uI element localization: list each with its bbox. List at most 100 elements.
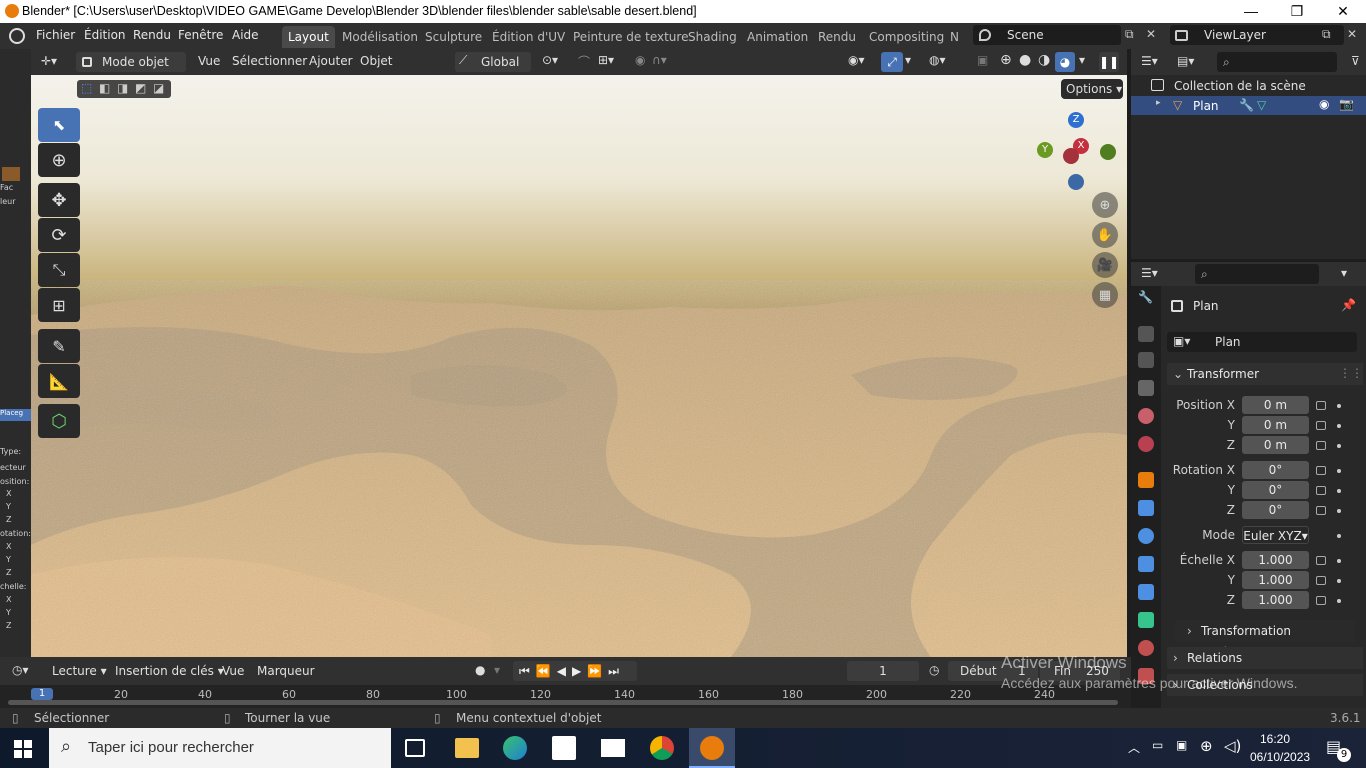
clock-date[interactable]: 06/10/2023 bbox=[1250, 750, 1310, 764]
file-explorer-icon[interactable] bbox=[455, 738, 479, 758]
lock-icon[interactable] bbox=[1316, 466, 1326, 475]
playhead-frame[interactable]: 1 bbox=[31, 688, 53, 700]
blender-menu-icon[interactable] bbox=[9, 28, 25, 44]
world-tab-icon[interactable] bbox=[1138, 436, 1154, 452]
playback-controls[interactable]: ⏮⏪◀▶⏩⏭ bbox=[513, 661, 637, 681]
lock-icon[interactable] bbox=[1316, 401, 1326, 410]
constraints-tab-icon[interactable] bbox=[1138, 584, 1154, 600]
select-box-tool[interactable]: ⬉ bbox=[38, 108, 80, 142]
overlays-icon[interactable]: ◍▾ bbox=[929, 53, 946, 67]
tool-tab-icon[interactable]: 🔧 bbox=[1138, 290, 1154, 306]
pause-render-icon[interactable]: ❚❚ bbox=[1099, 52, 1119, 72]
3d-viewport[interactable]: ⬚ ◧ ◨ ◩ ◪ Options ▾ ⬉ ⊕ ✥ ⟳ ⤡ ⊞ ✎ 📐 ⬡ Z … bbox=[31, 75, 1127, 657]
blender-taskbar-button[interactable] bbox=[689, 728, 735, 768]
editor-type-icon[interactable]: ✛▾ bbox=[41, 54, 67, 70]
position-y-field[interactable]: 0 m bbox=[1242, 416, 1309, 434]
menu-rendu[interactable]: Rendu bbox=[133, 28, 171, 42]
taskbar-search-input[interactable]: ⌕ Taper ici pour rechercher bbox=[49, 728, 391, 768]
menu-ajouter[interactable]: Ajouter bbox=[309, 54, 353, 68]
scene-tab-icon[interactable] bbox=[1138, 408, 1154, 424]
minimize-button[interactable]: — bbox=[1228, 0, 1274, 23]
ortho-grid-icon[interactable]: ▦ bbox=[1092, 282, 1118, 308]
tray-globe-icon[interactable]: ⊕ bbox=[1200, 737, 1213, 755]
task-view-icon[interactable] bbox=[405, 739, 425, 757]
keyframe-dot-icon[interactable] bbox=[1337, 509, 1341, 513]
tab-sculpture[interactable]: Sculpture bbox=[419, 26, 488, 48]
xray-icon[interactable]: ▣ bbox=[977, 53, 988, 67]
left-panel-selected[interactable]: Placeg bbox=[0, 409, 31, 421]
auto-keying-icon[interactable]: ● bbox=[475, 663, 485, 677]
scale-tool[interactable]: ⤡ bbox=[38, 253, 80, 287]
tray-network-device-icon[interactable]: ▭ bbox=[1152, 738, 1163, 752]
menu-fichier[interactable]: Fichier bbox=[36, 28, 75, 42]
tab-layout[interactable]: Layout bbox=[282, 26, 335, 48]
object-datablock-icon[interactable]: ▣▾ bbox=[1173, 334, 1190, 348]
gizmo-dropdown-icon[interactable]: ▾ bbox=[905, 53, 911, 67]
menu-marqueur[interactable]: Marqueur bbox=[257, 664, 315, 678]
modifier-wrench-icon[interactable]: 🔧 bbox=[1239, 98, 1254, 112]
gizmo-y-axis[interactable]: Y bbox=[1037, 142, 1053, 158]
rotation-mode-dropdown[interactable]: Euler XYZ▾ bbox=[1242, 526, 1309, 544]
filter-icon[interactable]: ⊽ bbox=[1351, 54, 1360, 68]
delta-transform-section[interactable]: ›Transformation différentielle bbox=[1175, 620, 1355, 660]
select-subtract-icon[interactable]: ◨ bbox=[117, 81, 128, 95]
render-camera-icon[interactable]: 📷 bbox=[1339, 97, 1354, 111]
pan-hand-icon[interactable]: ✋ bbox=[1092, 222, 1118, 248]
data-tab-icon[interactable] bbox=[1138, 612, 1154, 628]
object-name-field[interactable]: Plan bbox=[1167, 332, 1357, 352]
view-layer-tab-icon[interactable] bbox=[1138, 380, 1154, 396]
tray-meet-icon[interactable]: ▣ bbox=[1176, 738, 1187, 752]
keyframe-dot-icon[interactable] bbox=[1337, 599, 1341, 603]
scale-z-field[interactable]: 1.000 bbox=[1242, 591, 1309, 609]
select-invert-icon[interactable]: ◩ bbox=[135, 81, 146, 95]
new-viewlayer-icon[interactable]: ⧉ bbox=[1322, 27, 1331, 42]
gizmo-neg-z-axis[interactable] bbox=[1068, 174, 1084, 190]
chrome-icon[interactable] bbox=[650, 736, 674, 760]
timeline-editor-icon[interactable]: ◷▾ bbox=[12, 663, 29, 677]
rotation-y-field[interactable]: 0° bbox=[1242, 481, 1309, 499]
select-intersect-icon[interactable]: ◪ bbox=[153, 81, 164, 95]
keying-dropdown-icon[interactable]: ▾ bbox=[494, 663, 500, 677]
tab-modelisation[interactable]: Modélisation bbox=[336, 26, 424, 48]
position-z-field[interactable]: 0 m bbox=[1242, 436, 1309, 454]
edge-browser-icon[interactable] bbox=[503, 736, 527, 760]
tab-rendu[interactable]: Rendu bbox=[812, 26, 862, 48]
gizmo-z-axis[interactable]: Z bbox=[1068, 112, 1084, 128]
remove-viewlayer-icon[interactable]: ✕ bbox=[1347, 27, 1357, 41]
menu-edition[interactable]: Édition bbox=[84, 28, 126, 42]
viewlayer-selector[interactable]: ViewLayer bbox=[1170, 25, 1344, 45]
tab-compositing[interactable]: Compositing bbox=[863, 26, 950, 48]
transform-tool[interactable]: ⊞ bbox=[38, 288, 80, 322]
move-tool[interactable]: ✥ bbox=[38, 183, 80, 217]
visibility-icon[interactable]: ◉▾ bbox=[848, 53, 865, 67]
scale-x-field[interactable]: 1.000 bbox=[1242, 551, 1309, 569]
gizmo-neg-y-axis[interactable] bbox=[1100, 144, 1116, 160]
menu-objet[interactable]: Objet bbox=[360, 54, 392, 68]
mesh-data-icon[interactable]: ▽ bbox=[1257, 98, 1266, 112]
visibility-eye-icon[interactable]: ◉ bbox=[1319, 97, 1329, 111]
close-button[interactable]: ✕ bbox=[1320, 0, 1366, 23]
menu-fenetre[interactable]: Fenêtre bbox=[178, 28, 223, 42]
new-scene-icon[interactable]: ⧉ bbox=[1125, 27, 1134, 42]
proportional-edit-icon[interactable]: ◉ bbox=[635, 53, 645, 67]
options-button[interactable]: Options ▾ bbox=[1061, 79, 1123, 99]
lock-icon[interactable] bbox=[1316, 441, 1326, 450]
drag-handle-icon[interactable]: ⋮⋮ bbox=[1339, 366, 1363, 380]
outliner-row-plan[interactable]: ▸ ▽ Plan 🔧 ▽ ◉ 📷 bbox=[1131, 96, 1366, 115]
properties-type-icon[interactable]: ☰▾ bbox=[1141, 266, 1158, 280]
pivot-point-icon[interactable]: ⊙▾ bbox=[542, 53, 558, 67]
maximize-button[interactable]: ❐ bbox=[1274, 0, 1320, 23]
annotate-tool[interactable]: ✎ bbox=[38, 329, 80, 363]
keyframe-dot-icon[interactable] bbox=[1337, 469, 1341, 473]
wireframe-shading-icon[interactable]: ⊕ bbox=[1000, 52, 1012, 68]
lock-icon[interactable] bbox=[1316, 421, 1326, 430]
solid-shading-icon[interactable]: ● bbox=[1019, 52, 1031, 68]
menu-vue[interactable]: Vue bbox=[198, 54, 220, 68]
scene-selector[interactable]: Scene bbox=[973, 25, 1121, 45]
lock-icon[interactable] bbox=[1316, 486, 1326, 495]
keyframe-dot-icon[interactable] bbox=[1337, 534, 1341, 538]
lock-icon[interactable] bbox=[1316, 506, 1326, 515]
timeline-ruler[interactable]: 1 20 40 60 80 100 120 140 160 180 200 22… bbox=[0, 685, 1131, 708]
display-mode-icon[interactable]: ▤▾ bbox=[1177, 54, 1194, 68]
particles-tab-icon[interactable] bbox=[1138, 528, 1154, 544]
